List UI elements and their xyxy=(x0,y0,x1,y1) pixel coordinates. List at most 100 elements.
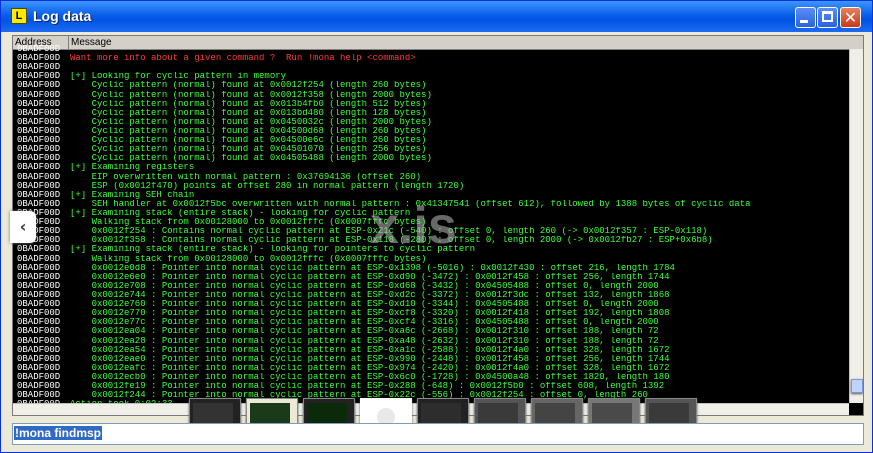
log-row[interactable]: 0BADF00D 0x0012ecb0 : Pointer into norma… xyxy=(13,373,849,382)
log-row[interactable]: 0BADF00D Cyclic pattern (normal) found a… xyxy=(13,91,849,100)
log-row-address: 0BADF00D xyxy=(17,336,61,346)
log-row-message: 0x0012eafc : Pointer into normal cyclic … xyxy=(70,363,670,373)
log-row[interactable]: 0BADF00D ESP (0x0012f470) points at offs… xyxy=(13,182,849,191)
log-row-address: 0BADF00D xyxy=(17,327,61,337)
log-panel[interactable]: Address Message 0BADF00D 0BADF00D Want mor… xyxy=(12,35,864,416)
log-row-address: 0BADF00D xyxy=(17,372,61,382)
log-row[interactable]: 0BADF00D xyxy=(13,63,849,72)
log-row-message: 0x0012e708 : Pointer into normal cyclic … xyxy=(70,281,659,291)
log-row[interactable]: 0BADF00D 0x0012ea28 : Pointer into norma… xyxy=(13,337,849,346)
log-row[interactable]: 0BADF00D 0x0012e708 : Pointer into norma… xyxy=(13,282,849,291)
log-row[interactable]: 0BADF00D Cyclic pattern (normal) found a… xyxy=(13,100,849,109)
log-row-address: 0BADF00D xyxy=(17,81,61,91)
log-row[interactable]: 0BADF00D 0x0012e760 : Pointer into norma… xyxy=(13,300,849,309)
log-row-message: Cyclic pattern (normal) found at 0x013b4… xyxy=(70,99,427,109)
log-row-address: 0BADF00D xyxy=(17,136,61,146)
log-row-address: 0BADF00D xyxy=(17,190,61,200)
log-row[interactable]: 0BADF00D 0x0012eafc : Pointer into norma… xyxy=(13,364,849,373)
title-bar[interactable]: L Log data ✕ xyxy=(1,1,872,32)
log-row-message: 0x0012e770 : Pointer into normal cyclic … xyxy=(70,309,670,319)
log-row-address: 0BADF00D xyxy=(17,382,61,392)
log-row-address: 0BADF00D xyxy=(17,245,61,255)
log-row[interactable]: 0BADF00D [+] Looking for cyclic pattern i… xyxy=(13,72,849,81)
vertical-scrollbar[interactable] xyxy=(849,49,863,403)
log-row[interactable]: 0BADF00D Cyclic pattern (normal) found a… xyxy=(13,145,849,154)
log-row-address: 0BADF00D xyxy=(17,54,61,64)
log-row-address: 0BADF00D xyxy=(17,272,61,282)
log-row-address: 0BADF00D xyxy=(17,172,61,182)
log-row-message: 0x0012e0d8 : Pointer into normal cyclic … xyxy=(70,263,675,273)
log-row-message: 0x0012ea28 : Pointer into normal cyclic … xyxy=(70,336,659,346)
log-row[interactable]: 0BADF00D 0x0012e0d8 : Pointer into norma… xyxy=(13,264,849,273)
log-row[interactable]: 0BADF00D Cyclic pattern (normal) found a… xyxy=(13,109,849,118)
log-row-message: [+] Looking for cyclic pattern in memory xyxy=(70,72,287,82)
log-row-message: [+] Examining SEH chain xyxy=(70,190,195,200)
log-row-address: 0BADF00D xyxy=(17,63,61,73)
log-row[interactable]: 0BADF00D EIP overwritten with normal pat… xyxy=(13,173,849,182)
log-row-address: 0BADF00D xyxy=(17,318,61,328)
log-row-address: 0BADF00D xyxy=(17,391,61,401)
app-icon: L xyxy=(11,8,27,24)
log-row-address: 0BADF00D xyxy=(17,354,61,364)
log-data-window: L Log data ✕ Address Message 0BADF00D 0BA… xyxy=(0,0,873,453)
log-row[interactable]: 0BADF00D Cyclic pattern (normal) found a… xyxy=(13,118,849,127)
log-row[interactable]: 0BADF00D 0x0012e77c : Pointer into norma… xyxy=(13,318,849,327)
log-row[interactable]: 0BADF00D 0x0012e6e0 : Pointer into norma… xyxy=(13,273,849,282)
log-row-message: Cyclic pattern (normal) found at 0x04500… xyxy=(70,136,427,146)
log-row[interactable]: 0BADF00D 0x0012ea04 : Pointer into norma… xyxy=(13,327,849,336)
close-icon: ✕ xyxy=(843,8,858,27)
log-row-address: 0BADF00D xyxy=(17,300,61,310)
log-row-message: Want more info about a given command ? R… xyxy=(70,54,416,64)
log-row[interactable]: 0BADF00D Cyclic pattern (normal) found a… xyxy=(13,127,849,136)
log-row-message: 0x0012ea54 : Pointer into normal cyclic … xyxy=(70,345,670,355)
log-row-message: EIP overwritten with normal pattern : 0x… xyxy=(70,172,422,182)
log-row[interactable]: 0BADF00D 0x0012ea54 : Pointer into norma… xyxy=(13,346,849,355)
log-row[interactable]: 0BADF00D Cyclic pattern (normal) found a… xyxy=(13,81,849,90)
log-row-address: 0BADF00D xyxy=(17,263,61,273)
log-row-message: Cyclic pattern (normal) found at 0x0012f… xyxy=(70,81,427,91)
log-row-message: [+] Examining registers xyxy=(70,163,195,173)
log-row-address: 0BADF00D xyxy=(17,309,61,319)
command-input[interactable]: !mona findmsp xyxy=(12,423,864,445)
log-row-message: Cyclic pattern (normal) found at 0x013bd… xyxy=(70,108,427,118)
scrollbar-thumb[interactable] xyxy=(851,379,863,393)
log-row[interactable]: 0BADF00D Want more info about a given com… xyxy=(13,54,849,63)
log-row[interactable]: 0BADF00D 0x0012e744 : Pointer into norma… xyxy=(13,291,849,300)
log-row-message: Cyclic pattern (normal) found at 0x04500… xyxy=(70,126,427,136)
log-row-address: 0BADF00D xyxy=(17,363,61,373)
log-row-address: 0BADF00D xyxy=(17,345,61,355)
log-row-address: 0BADF00D xyxy=(17,290,61,300)
log-row-address: 0BADF00D xyxy=(17,145,61,155)
command-input-text[interactable]: !mona findmsp xyxy=(14,426,102,440)
log-row[interactable]: 0BADF00D [+] Examining registers xyxy=(13,163,849,172)
log-row-message: 0x0012e760 : Pointer into normal cyclic … xyxy=(70,300,659,310)
log-row-message: Cyclic pattern (normal) found at 0x04500… xyxy=(70,117,432,127)
log-row-message: 0x0012e744 : Pointer into normal cyclic … xyxy=(70,290,670,300)
close-button[interactable]: ✕ xyxy=(840,7,861,28)
log-row-address: 0BADF00D xyxy=(17,254,61,264)
log-row-address: 0BADF00D xyxy=(17,108,61,118)
maximize-button[interactable] xyxy=(817,7,838,28)
log-row-address: 0BADF00D xyxy=(17,117,61,127)
log-row-message: 0x0012e6e0 : Pointer into normal cyclic … xyxy=(70,272,670,282)
log-row[interactable]: 0BADF00D xyxy=(13,45,849,54)
previous-arrow-icon[interactable]: ‹ xyxy=(10,211,36,243)
log-row[interactable]: 0BADF00D 0x0012e770 : Pointer into norma… xyxy=(13,309,849,318)
log-row-address: 0BADF00D xyxy=(17,281,61,291)
log-row-message: 0x0012eae0 : Pointer into normal cyclic … xyxy=(70,354,670,364)
log-row-address: 0BADF00D xyxy=(17,99,61,109)
log-row[interactable]: 0BADF00D 0x0012eae0 : Pointer into norma… xyxy=(13,355,849,364)
log-row-message: Cyclic pattern (normal) found at 0x0012f… xyxy=(70,90,432,100)
log-row-address: 0BADF00D xyxy=(17,90,61,100)
log-row-address: 0BADF00D xyxy=(17,199,61,209)
log-row-address: 0BADF00D xyxy=(17,72,61,82)
log-row-message: 0x0012e77c : Pointer into normal cyclic … xyxy=(70,318,659,328)
log-row[interactable]: 0BADF00D Cyclic pattern (normal) found a… xyxy=(13,154,849,163)
log-row[interactable]: 0BADF00D Cyclic pattern (normal) found a… xyxy=(13,136,849,145)
watermark: x.is xyxy=(370,197,457,255)
log-row-message: 0x0012ecb0 : Pointer into normal cyclic … xyxy=(70,372,670,382)
log-row-address: 0BADF00D xyxy=(17,45,61,54)
maximize-icon xyxy=(822,11,833,22)
minimize-button[interactable] xyxy=(795,7,816,28)
log-row[interactable]: 0BADF00D 0x0012fe19 : Pointer into norma… xyxy=(13,382,849,391)
